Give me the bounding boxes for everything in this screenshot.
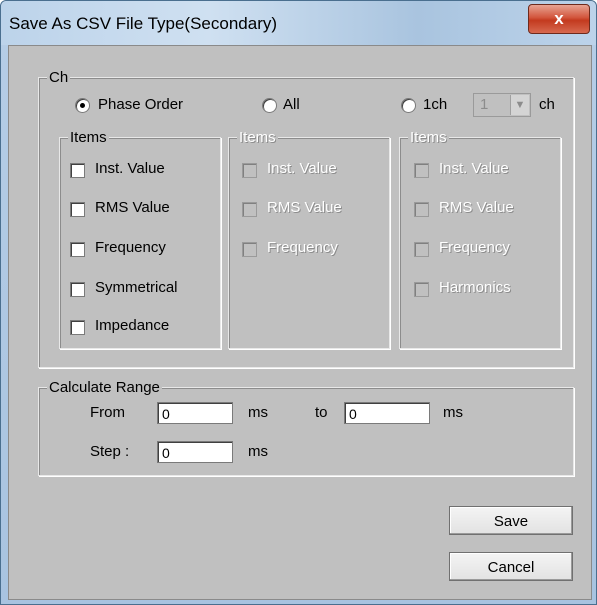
channel-select-value: 1 [480, 96, 489, 113]
close-icon: x [554, 9, 564, 28]
all-radio[interactable] [262, 98, 277, 113]
1ch-radio[interactable] [401, 98, 416, 113]
inst-value-checkbox[interactable] [70, 163, 85, 178]
window-title: Save As CSV File Type(Secondary) [9, 14, 278, 33]
impedance-checkbox[interactable] [70, 320, 85, 335]
dialog-window: Save As CSV File Type(Secondary) x Ch Ph… [0, 0, 597, 605]
ch-group-label: Ch [47, 69, 71, 86]
rms-value-checkbox[interactable] [70, 202, 85, 217]
inst-value-checkbox [242, 163, 257, 178]
step-input[interactable]: 0 [157, 441, 233, 463]
channel-select[interactable]: 1 ▼ [473, 93, 531, 117]
1ch-label[interactable]: 1ch [423, 96, 447, 114]
impedance-label[interactable]: Impedance [95, 317, 169, 335]
rms-value-label: RMS Value [439, 199, 514, 216]
step-label: Step : [90, 443, 130, 460]
phase-order-radio[interactable] [75, 98, 90, 113]
frequency-checkbox [414, 242, 429, 257]
inst-value-checkbox [414, 163, 429, 178]
from-label: From [90, 404, 125, 421]
close-button[interactable]: x [528, 4, 590, 34]
dialog-client-area: Ch Phase Order All 1ch 1 ▼ ch Items Inst… [8, 45, 592, 600]
frequency-label: Frequency [267, 239, 338, 256]
calculate-range-label: Calculate Range [47, 379, 162, 396]
all-label[interactable]: All [283, 96, 300, 114]
items-group-label: Items [68, 129, 109, 146]
rms-value-label: RMS Value [267, 199, 342, 216]
harmonics-label: Harmonics [439, 279, 511, 296]
to-label: to [315, 404, 328, 421]
channel-suffix-label: ch [539, 96, 555, 113]
cancel-button[interactable]: Cancel [449, 552, 573, 581]
inst-value-label: Inst. Value [267, 160, 337, 177]
from-unit-label: ms [248, 404, 268, 421]
inst-value-label[interactable]: Inst. Value [95, 160, 165, 178]
from-input[interactable]: 0 [157, 402, 233, 424]
inst-value-label: Inst. Value [439, 160, 509, 177]
symmetrical-label[interactable]: Symmetrical [95, 279, 178, 297]
items-group-label: Items [408, 129, 449, 146]
save-button[interactable]: Save [449, 506, 573, 535]
rms-value-checkbox [242, 202, 257, 217]
frequency-label[interactable]: Frequency [95, 239, 166, 257]
to-input[interactable]: 0 [344, 402, 430, 424]
items-group-label: Items [237, 129, 278, 146]
calculate-range-groupbox: Calculate Range [38, 379, 574, 476]
phase-order-label[interactable]: Phase Order [98, 96, 183, 114]
symmetrical-checkbox[interactable] [70, 282, 85, 297]
step-unit-label: ms [248, 443, 268, 460]
to-unit-label: ms [443, 404, 463, 421]
rms-value-checkbox [414, 202, 429, 217]
frequency-label: Frequency [439, 239, 510, 256]
title-bar[interactable]: Save As CSV File Type(Secondary) x [1, 1, 596, 45]
frequency-checkbox[interactable] [70, 242, 85, 257]
chevron-down-icon[interactable]: ▼ [510, 95, 529, 115]
harmonics-checkbox [414, 282, 429, 297]
frequency-checkbox [242, 242, 257, 257]
rms-value-label[interactable]: RMS Value [95, 199, 170, 217]
